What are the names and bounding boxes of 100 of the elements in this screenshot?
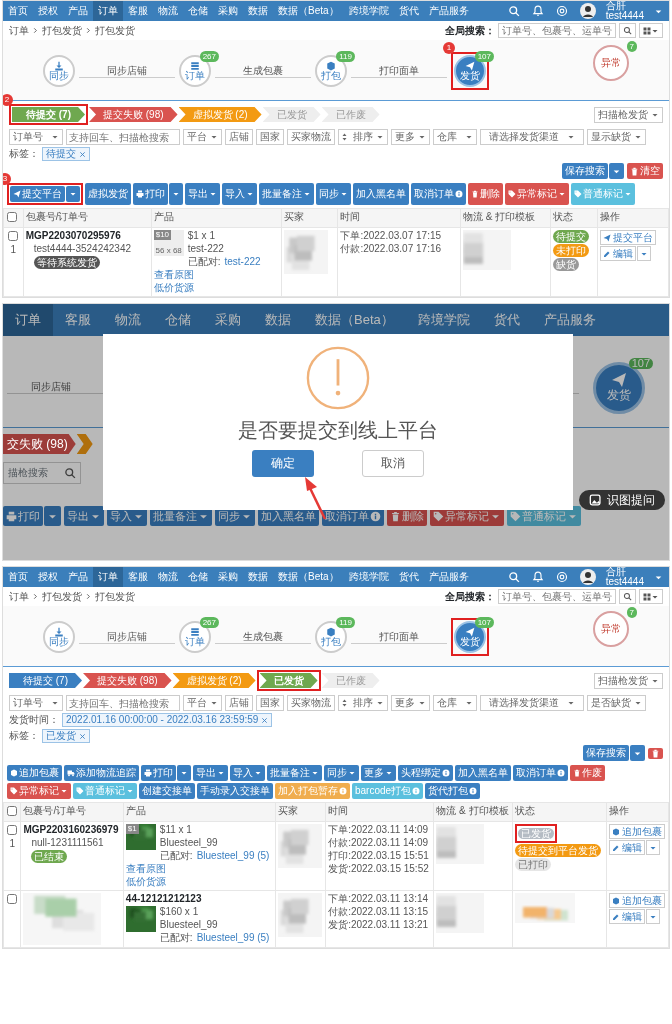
dropdown-toggle-button[interactable]: [637, 246, 652, 261]
toolbar-button[interactable]: 导出: [185, 183, 220, 205]
search-button[interactable]: [619, 23, 636, 38]
toolbar-button[interactable]: 追加包裹: [7, 765, 62, 781]
avatar-icon[interactable]: [579, 3, 596, 19]
search-field[interactable]: 支持回车、扫描枪搜索: [66, 129, 180, 145]
nav-item[interactable]: 产品服务: [423, 567, 474, 587]
nav-item[interactable]: 客服: [53, 304, 103, 336]
toolbar-button[interactable]: 取消订单: [513, 765, 568, 781]
toolbar-button[interactable]: 批量备注: [259, 183, 314, 205]
filter-button[interactable]: 店铺: [225, 129, 253, 145]
step-button[interactable]: 异常: [593, 45, 629, 81]
toolbar-button[interactable]: 作废: [570, 765, 605, 781]
dropdown-toggle-button[interactable]: [645, 909, 660, 924]
breadcrumb-item[interactable]: 打包发货: [42, 24, 82, 37]
search-field[interactable]: 描枪搜索: [3, 462, 81, 484]
bell-icon[interactable]: [531, 5, 544, 17]
nav-item[interactable]: 首页: [3, 567, 33, 587]
row-action-button[interactable]: 编辑: [608, 909, 645, 924]
nav-item[interactable]: 物流: [153, 1, 183, 21]
status-tab[interactable]: 虚拟发货 (2): [178, 107, 262, 122]
dropdown-select[interactable]: 请选择发货渠道: [480, 695, 584, 711]
dropdown-toggle-button[interactable]: [609, 163, 624, 179]
toolbar-button[interactable]: 取消订单: [411, 183, 466, 205]
toolbar-button[interactable]: 同步: [316, 183, 351, 205]
nav-item[interactable]: 客服: [123, 1, 153, 21]
scan-button[interactable]: 扫描枪发货: [594, 106, 663, 123]
step-button[interactable]: 异常: [593, 611, 629, 647]
ask-image-button[interactable]: 识图提问: [579, 489, 665, 510]
nav-item[interactable]: 产品服务: [423, 1, 474, 21]
toolbar-button[interactable]: 打印: [133, 183, 168, 205]
dropdown-select[interactable]: 订单号: [9, 129, 63, 145]
status-tab[interactable]: 已发货: [259, 673, 318, 688]
status-tab[interactable]: 虚拟发货 (2): [172, 673, 256, 688]
toolbar-button[interactable]: 加入黑名单: [455, 765, 511, 781]
dropdown-select[interactable]: 订单号: [9, 695, 63, 711]
toolbar-button[interactable]: 导入: [222, 183, 257, 205]
toolbar-button[interactable]: 打印: [141, 765, 176, 781]
nav-item[interactable]: 物流: [153, 567, 183, 587]
confirm-button[interactable]: 确定: [252, 450, 314, 477]
select-all-checkbox[interactable]: [7, 806, 17, 816]
toolbar-button[interactable]: 删除: [468, 183, 503, 205]
clear-button[interactable]: [648, 747, 663, 759]
product-link[interactable]: 低价货源: [125, 876, 166, 888]
status-tab[interactable]: 交失败 (98): [3, 434, 76, 454]
row-action-button[interactable]: 编辑: [600, 246, 637, 261]
toolbar-button[interactable]: 异常标记: [505, 183, 569, 205]
dropdown-select[interactable]: 仓库: [433, 129, 477, 145]
dropdown-toggle-button[interactable]: [645, 840, 660, 855]
row-action-button[interactable]: 追加包裹: [608, 893, 665, 908]
nav-item[interactable]: 数据: [243, 567, 273, 587]
scan-button[interactable]: 扫描枪发货: [594, 672, 663, 689]
filter-button[interactable]: 排序: [338, 695, 388, 711]
nav-item[interactable]: 授权: [33, 567, 63, 587]
paired-sku-link[interactable]: Bluesteel_99 (5): [196, 932, 270, 944]
nav-item[interactable]: 仓储: [183, 567, 213, 587]
paired-sku-link[interactable]: test-222: [224, 256, 261, 268]
nav-item[interactable]: 数据: [243, 1, 273, 21]
product-link[interactable]: 查看原图: [125, 863, 166, 875]
product-link[interactable]: 低价货源: [153, 282, 194, 294]
nav-item[interactable]: 订单: [93, 567, 123, 587]
dropdown-select[interactable]: 仓库: [433, 695, 477, 711]
search-field[interactable]: 支持回车、扫描枪搜索: [66, 695, 180, 711]
status-tab[interactable]: 已作废: [321, 673, 380, 688]
nav-item[interactable]: 订单: [3, 304, 53, 336]
breadcrumb-item[interactable]: 订单: [9, 24, 29, 37]
search-icon[interactable]: [507, 571, 520, 583]
dropdown-toggle-button[interactable]: [177, 765, 191, 781]
search-field[interactable]: 订单号、包裹号、运单号: [498, 23, 616, 38]
toolbar-button[interactable]: 货代打包: [425, 783, 481, 799]
dropdown-toggle-button[interactable]: [44, 506, 61, 526]
row-checkbox[interactable]: [8, 231, 19, 241]
toolbar-button[interactable]: 打印: [3, 506, 43, 526]
filter-button[interactable]: 是否缺货: [587, 695, 646, 711]
toolbar-button[interactable]: 头程绑定: [398, 765, 453, 781]
filter-button[interactable]: 排序: [338, 129, 388, 145]
toolbar-button[interactable]: 导入: [230, 765, 265, 781]
filter-chip[interactable]: 待提交: [42, 147, 90, 161]
status-tab[interactable]: 待提交 (7): [12, 107, 85, 122]
filter-button[interactable]: 国家: [256, 129, 284, 145]
row-action-button[interactable]: 追加包裹: [608, 824, 665, 839]
filter-button[interactable]: 平台: [183, 695, 222, 711]
search-field[interactable]: 订单号、包裹号、运单号: [498, 589, 616, 604]
step-button[interactable]: 同步: [43, 621, 75, 653]
search-button[interactable]: [619, 589, 636, 604]
toolbar-button[interactable]: 创建交接单: [139, 783, 195, 799]
view-menu-button[interactable]: [639, 23, 663, 38]
status-tab[interactable]: 提交失败 (98): [83, 673, 172, 688]
nav-item[interactable]: 产品: [63, 567, 93, 587]
toolbar-button[interactable]: 导出: [64, 506, 104, 526]
nav-item[interactable]: 产品: [63, 1, 93, 21]
save-search-button[interactable]: 保存搜索: [562, 163, 608, 179]
step-button[interactable]: 同步: [43, 55, 75, 87]
toolbar-button[interactable]: 导出: [193, 765, 228, 781]
nav-item[interactable]: 货代: [393, 1, 424, 21]
filter-chip[interactable]: 已发货: [42, 729, 90, 743]
row-checkbox[interactable]: [7, 825, 18, 835]
settings-icon[interactable]: [555, 571, 568, 583]
dropdown-toggle-button[interactable]: [630, 745, 645, 761]
nav-item[interactable]: 订单: [93, 1, 123, 21]
